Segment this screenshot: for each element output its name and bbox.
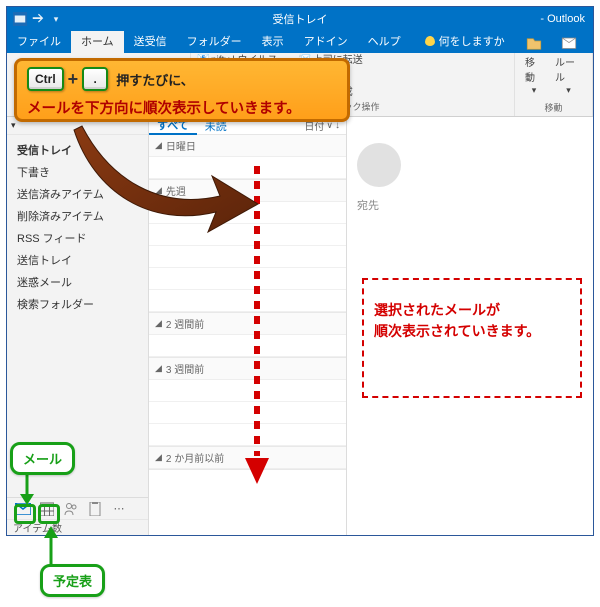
move-caption: 移動 [544, 101, 562, 114]
message-item[interactable] [149, 224, 346, 246]
tab-help[interactable]: ヘルプ [358, 29, 411, 53]
nav-search-folders[interactable]: 検索フォルダー [7, 293, 148, 315]
caret-icon: ◢ [155, 363, 162, 374]
group-header[interactable]: ◢先週 [149, 180, 346, 202]
nav-deleted[interactable]: 削除済みアイテム [7, 205, 148, 227]
app-icon [13, 12, 27, 26]
ribbon-group-move: 移動 ▾ ルール ▾ 移動 [515, 53, 593, 116]
message-item[interactable] [149, 157, 346, 179]
qat-sendrecv-icon[interactable] [31, 12, 45, 26]
move-button[interactable]: 移動 ▾ [521, 32, 547, 99]
window-title: 受信トレイ [273, 11, 328, 27]
title-bar: ▾ 受信トレイ - Outlook [7, 7, 593, 31]
caret-icon: ◢ [155, 185, 162, 196]
rules-button[interactable]: ルール ▾ [551, 32, 586, 99]
group-header[interactable]: ◢3 週間前 [149, 358, 346, 380]
message-item[interactable] [149, 268, 346, 290]
switch-people[interactable] [61, 500, 81, 518]
tab-sendrecv[interactable]: 送受信 [124, 29, 177, 53]
callout-line2: メールを下方向に順次表示していきます。 [27, 97, 337, 118]
nav-outbox[interactable]: 送信トレイ [7, 249, 148, 271]
bulb-icon [425, 36, 435, 46]
quick-access-toolbar: ▾ [7, 12, 63, 26]
ribbon-tabs: ファイル ホーム 送受信 フォルダー 表示 アドイン ヘルプ 何をしますか [7, 31, 593, 53]
message-list-body[interactable]: ◢日曜日 ◢先週 ◢2 週間前 ◢3 週間前 [149, 135, 346, 535]
callout-suffix: 押すたびに、 [116, 70, 194, 89]
annotation-highlight-calendar [38, 504, 60, 524]
kbd-dot: . [82, 67, 108, 91]
tab-file[interactable]: ファイル [7, 29, 71, 53]
message-item[interactable] [149, 424, 346, 446]
date-group: ◢先週 [149, 180, 346, 313]
plus-icon: + [68, 69, 79, 90]
annotation-highlight-mail [14, 504, 36, 524]
message-item[interactable] [149, 246, 346, 268]
date-group: ◢日曜日 [149, 135, 346, 180]
window-title-app: - Outlook [540, 13, 593, 25]
date-group: ◢2 週間前 [149, 313, 346, 358]
annotation-bubble-calendar: 予定表 [40, 564, 105, 597]
tell-me-search[interactable]: 何をしますか [417, 29, 513, 53]
tell-me-label: 何をしますか [439, 33, 505, 49]
nav-inbox[interactable]: 受信トレイ [7, 139, 148, 161]
tab-home[interactable]: ホーム [71, 29, 124, 53]
message-item[interactable] [149, 380, 346, 402]
caret-icon: ◢ [155, 452, 162, 463]
caret-icon: ◢ [155, 140, 162, 151]
date-group: ◢3 週間前 [149, 358, 346, 447]
switch-more[interactable]: ⋯ [109, 500, 129, 518]
message-item[interactable] [149, 290, 346, 312]
message-item[interactable] [149, 202, 346, 224]
message-list-pane: すべて 未読 日付∨↓ ◢日曜日 ◢先週 ◢2 週間前 [149, 117, 347, 535]
caret-icon: ◢ [155, 318, 162, 329]
message-item[interactable] [149, 402, 346, 424]
annotation-red-box: 選択されたメールが 順次表示されていきます。 [362, 278, 582, 398]
red-box-line2: 順次表示されていきます。 [374, 321, 570, 342]
tab-folder[interactable]: フォルダー [177, 29, 252, 53]
group-header[interactable]: ◢日曜日 [149, 135, 346, 157]
date-group: ◢2 か月前以前 [149, 447, 346, 470]
nav-junk[interactable]: 迷惑メール [7, 271, 148, 293]
sender-avatar [357, 143, 401, 187]
tab-addin[interactable]: アドイン [294, 29, 358, 53]
group-header[interactable]: ◢2 か月前以前 [149, 447, 346, 469]
message-item[interactable] [149, 335, 346, 357]
nav-sent[interactable]: 送信済みアイテム [7, 183, 148, 205]
annotation-bubble-mail: メール [10, 442, 75, 475]
switch-tasks[interactable] [85, 500, 105, 518]
annotation-shortcut-callout: Ctrl + . 押すたびに、 メールを下方向に順次表示していきます。 [14, 58, 350, 122]
nav-drafts[interactable]: 下書き [7, 161, 148, 183]
tab-view[interactable]: 表示 [252, 29, 294, 53]
chevron-down-icon: ▾ [11, 120, 16, 131]
qat-dropdown-icon[interactable]: ▾ [49, 12, 63, 26]
to-label: 宛先 [357, 197, 379, 213]
kbd-ctrl: Ctrl [27, 67, 64, 91]
red-box-line1: 選択されたメールが [374, 300, 570, 321]
nav-rss[interactable]: RSS フィード [7, 227, 148, 249]
group-header[interactable]: ◢2 週間前 [149, 313, 346, 335]
